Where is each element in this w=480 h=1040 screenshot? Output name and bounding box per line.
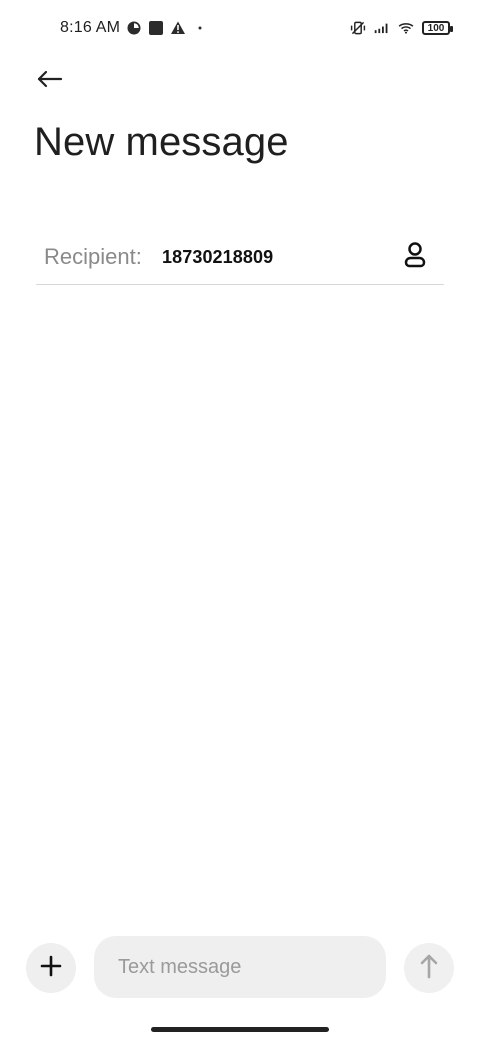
recipient-value[interactable]: 18730218809 [162,247,273,268]
page-title: New message [34,120,289,164]
arrow-left-icon [35,68,63,95]
contact-icon [400,240,430,275]
battery-icon: 100 [422,21,453,35]
send-button[interactable] [404,943,454,993]
vibrate-off-icon [350,20,366,36]
warning-icon [170,20,186,36]
status-right: 100 [350,16,453,40]
add-attachment-button[interactable] [26,943,76,993]
arrow-up-icon [417,952,441,985]
status-left: 8:16 AM [60,16,208,40]
data-saver-icon [126,20,142,36]
text-message-input[interactable] [94,936,386,998]
wifi-icon [398,20,414,36]
status-time: 8:16 AM [60,19,121,36]
status-bar: 8:16 AM 100 [0,0,480,56]
dot-icon [192,20,208,36]
signal-icon [374,20,390,36]
home-indicator [151,1027,329,1032]
back-button[interactable] [32,64,66,98]
recipient-row[interactable]: Recipient: 18730218809 [36,228,444,285]
stop-square-icon [148,20,164,36]
contact-button[interactable] [398,240,432,274]
battery-level: 100 [427,22,445,34]
recipient-label: Recipient: [44,244,142,269]
plus-icon [39,954,63,983]
